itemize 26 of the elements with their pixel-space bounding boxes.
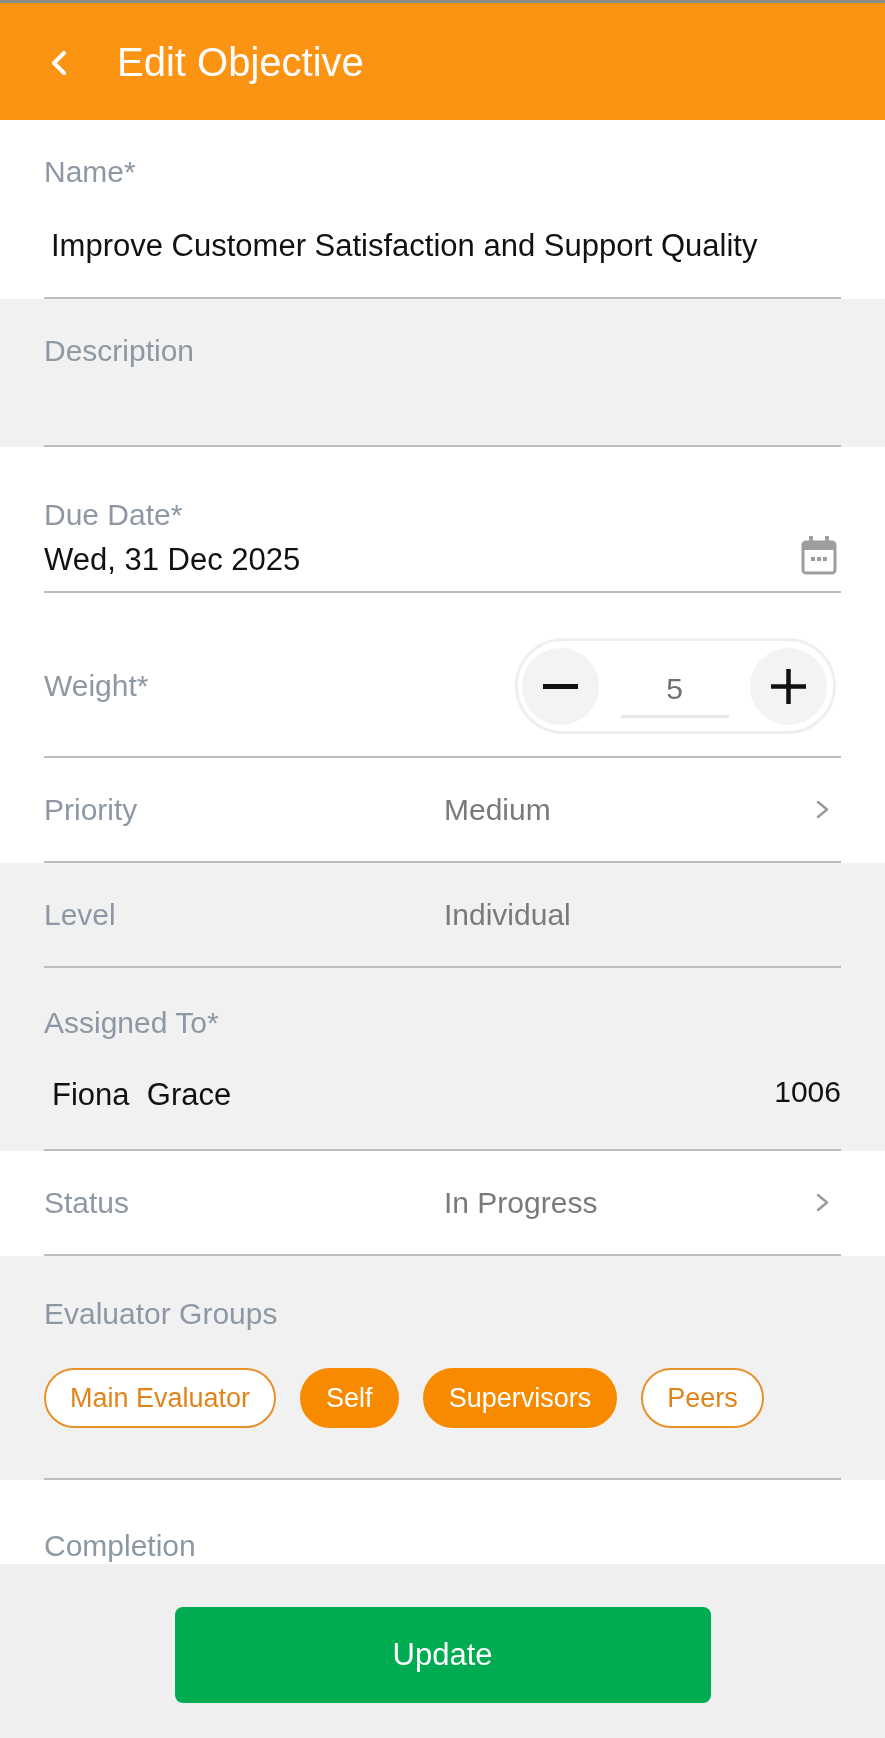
page-title: Edit Objective	[117, 38, 364, 86]
assignee-id: 1006	[774, 1074, 841, 1110]
field-label: Status	[44, 1184, 130, 1221]
back-icon[interactable]	[50, 50, 67, 75]
chevron-right-icon[interactable]	[816, 1193, 829, 1212]
assignee-name: Fiona Grace	[51, 1076, 232, 1114]
field-label: Completion	[44, 1528, 196, 1564]
field-label: Level	[44, 896, 116, 933]
field-label: Weight*	[44, 668, 149, 704]
update-button[interactable]: Update	[174, 1607, 711, 1703]
field-label: Name*	[44, 154, 136, 190]
field-label: Description	[44, 333, 195, 369]
select-value: Individual	[444, 896, 571, 933]
field-label: Assigned To*	[44, 1005, 219, 1041]
increment-button[interactable]	[750, 647, 827, 725]
field-label: Due Date*	[44, 497, 183, 533]
minus-icon	[543, 683, 578, 689]
field-label: Priority	[44, 791, 138, 828]
plus-icon	[771, 668, 806, 704]
field-label: Evaluator Groups	[44, 1296, 278, 1332]
select-value[interactable]: Medium	[444, 791, 551, 828]
calendar-icon[interactable]	[801, 536, 837, 575]
stepper-value-field[interactable]: 5	[620, 654, 729, 718]
chevron-right-icon[interactable]	[816, 800, 829, 819]
decrement-button[interactable]	[522, 647, 599, 725]
select-value[interactable]: In Progress	[444, 1184, 598, 1221]
